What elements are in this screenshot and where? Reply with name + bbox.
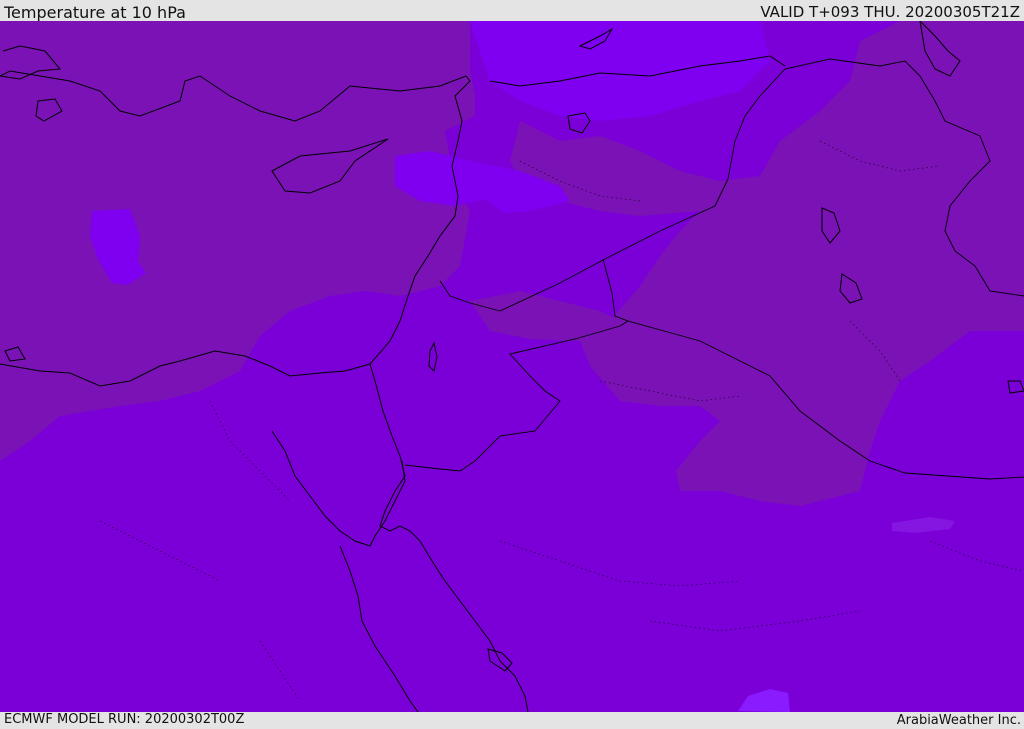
- map-viewer: Temperature at 10 hPa VALID T+093 THU. 2…: [0, 0, 1024, 729]
- valid-time-label: VALID T+093 THU. 20200305T21Z: [760, 3, 1020, 21]
- credit-label: ArabiaWeather Inc.: [896, 713, 1021, 728]
- map-title: Temperature at 10 hPa: [4, 3, 186, 22]
- footer-bar: ECMWF MODEL RUN: 20200302T00Z ArabiaWeat…: [0, 712, 1024, 729]
- header-bar: Temperature at 10 hPa VALID T+093 THU. 2…: [0, 0, 1024, 21]
- model-run-label: ECMWF MODEL RUN: 20200302T00Z: [4, 712, 245, 727]
- map-canvas: [0, 21, 1024, 712]
